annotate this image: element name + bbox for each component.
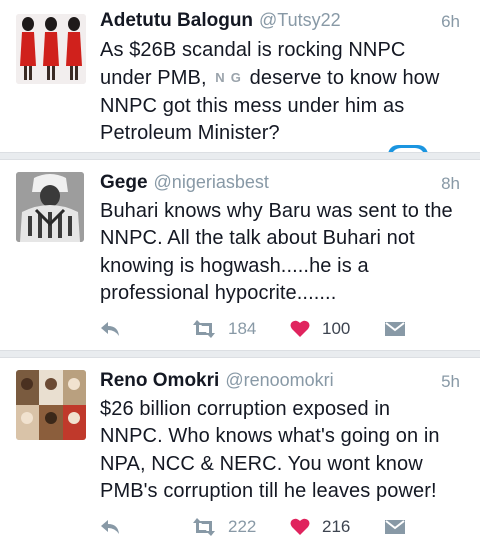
like-button[interactable]: 100 [290, 316, 350, 342]
tweet-feed: Adetutu Balogun @Tutsy22 6h As $26B scan… [0, 0, 480, 543]
emoji-g-glyph: G [230, 70, 241, 86]
retweet-button[interactable]: 184 [192, 316, 256, 342]
timestamp[interactable]: 5h [441, 372, 460, 392]
avatar-photo [16, 370, 86, 440]
tweet-text: $26 billion corruption exposed in NNPC. … [100, 398, 440, 502]
retweet-count: 222 [228, 517, 257, 536]
like-button[interactable]: 216 [290, 514, 350, 540]
direct-message-button[interactable] [385, 316, 405, 342]
avatar[interactable] [16, 14, 86, 84]
tweet-card[interactable]: Adetutu Balogun @Tutsy22 6h As $26B scan… [0, 0, 480, 158]
emoji-n-glyph: N [215, 70, 225, 86]
reply-button[interactable] [100, 514, 120, 540]
tweet-card[interactable]: Gege @nigeriasbest 8h Buhari knows why B… [0, 160, 480, 350]
tweet-actions: 222 216 [100, 514, 420, 540]
avatar-photo [16, 14, 86, 84]
tweet-text: As $26B scandal is rocking NNPC under PM… [100, 37, 458, 147]
like-count: 100 [322, 319, 351, 338]
divider [0, 350, 480, 358]
heart-icon [290, 518, 310, 535]
reply-icon [101, 322, 119, 336]
author-name[interactable]: Adetutu Balogun [100, 10, 253, 32]
avatar[interactable] [16, 172, 84, 242]
direct-message-icon [385, 322, 405, 336]
author-name[interactable]: Gege [100, 172, 148, 194]
tweet-header: Gege @nigeriasbest 8h [100, 172, 460, 198]
like-count: 216 [322, 517, 351, 536]
reply-button[interactable] [100, 316, 120, 342]
timestamp[interactable]: 6h [441, 12, 460, 32]
tweet-text: Buhari knows why Baru was sent to the NN… [100, 200, 453, 304]
retweet-icon [193, 518, 215, 536]
tweet-header: Reno Omokri @renoomokri 5h [100, 370, 460, 396]
reply-icon [101, 520, 119, 534]
tweet-header: Adetutu Balogun @Tutsy22 6h [100, 10, 460, 36]
author-handle[interactable]: @Tutsy22 [259, 10, 341, 31]
avatar[interactable] [16, 370, 86, 440]
author-handle[interactable]: @nigeriasbest [154, 172, 269, 193]
direct-message-button[interactable] [385, 514, 405, 540]
timestamp[interactable]: 8h [441, 174, 460, 194]
retweet-count: 184 [228, 319, 257, 338]
heart-icon [290, 320, 310, 337]
author-name[interactable]: Reno Omokri [100, 370, 219, 392]
retweet-button[interactable]: 222 [192, 514, 256, 540]
tweet-card[interactable]: Reno Omokri @renoomokri 5h $26 billion c… [0, 358, 480, 543]
retweet-icon [193, 320, 215, 338]
tweet-actions: 184 100 [100, 316, 420, 342]
avatar-photo [16, 172, 84, 242]
author-handle[interactable]: @renoomokri [225, 370, 333, 391]
divider [0, 152, 480, 160]
direct-message-icon [385, 520, 405, 534]
